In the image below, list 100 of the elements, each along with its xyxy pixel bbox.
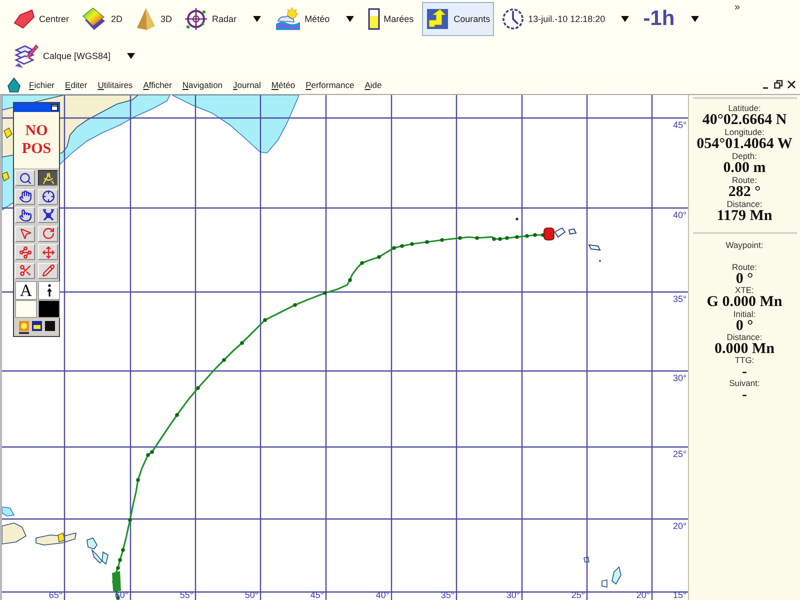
pointing-hand-icon	[18, 208, 32, 222]
readout-value: 282 °	[728, 185, 761, 199]
display-mode-button[interactable]	[18, 320, 28, 334]
maximize-icon[interactable]	[51, 104, 58, 111]
boat-marker	[544, 228, 554, 240]
menu-item[interactable]: Editer	[65, 80, 88, 90]
up-arrow-icon	[46, 284, 52, 296]
toolbar-button[interactable]: 2D	[77, 2, 127, 36]
latitude-label: 40°	[673, 210, 687, 220]
readout-value: 40°02.6664 N	[702, 113, 787, 127]
latitude-label: 45°	[673, 120, 687, 130]
latitude-label: 35°	[673, 294, 687, 304]
longitude-label: 20°	[636, 590, 650, 600]
island	[516, 218, 518, 220]
dropdown-caret-icon[interactable]	[621, 16, 630, 22]
longitude-label: 40°	[376, 590, 390, 600]
readout-value: 0.00 m	[723, 161, 766, 175]
latitude-label: 25°	[673, 449, 687, 459]
longitude-label: 50°	[244, 590, 258, 600]
readout-label: Latitude:	[728, 103, 761, 113]
island	[588, 244, 601, 251]
readout-label: Suivant:	[729, 378, 760, 388]
sun-icon	[18, 320, 28, 330]
crosshair-icon	[42, 190, 54, 203]
light-marker-icon	[2, 172, 10, 182]
layered-map-icon	[81, 7, 108, 31]
menu-item[interactable]: Afficher	[143, 80, 172, 90]
latitude-label: 20°	[673, 521, 687, 531]
readout-label: XTE:	[735, 285, 754, 296]
readout-label: Initial:	[733, 308, 756, 319]
readout-value: -	[742, 388, 747, 402]
longitude-label: 55°	[180, 590, 194, 600]
crosshair-target-icon	[184, 7, 208, 31]
menu-item[interactable]: Fichier	[29, 80, 55, 90]
toolbar-button[interactable]: -1h	[639, 2, 679, 36]
weather-icon	[274, 7, 301, 31]
rotate-icon	[42, 227, 54, 240]
toolbar-button[interactable]: Marées	[364, 2, 418, 36]
island	[86, 538, 98, 550]
dropdown-caret-icon[interactable]	[252, 16, 261, 22]
menu-item[interactable]: Météo	[271, 80, 296, 90]
app-icon[interactable]	[7, 76, 21, 92]
dropdown-caret-icon[interactable]	[126, 53, 135, 59]
tool-button[interactable]	[38, 280, 60, 300]
longitude-label: 25°	[571, 590, 585, 600]
toolbar-button[interactable]: Calque [WGS84]	[9, 39, 115, 73]
readout-label: Route:	[732, 175, 758, 185]
layers-pencil-icon	[13, 42, 39, 70]
toolbar-button[interactable]: Courants	[422, 2, 494, 36]
move-icon	[42, 246, 54, 258]
toolbar-button[interactable]: Radar	[180, 2, 241, 36]
window-icon	[32, 320, 42, 330]
readout-label: Distance:	[726, 332, 762, 342]
longitude-label: 65°	[48, 590, 62, 600]
color-swatch[interactable]	[15, 300, 37, 318]
menu-item[interactable]: Navigation	[182, 80, 223, 90]
waypoints-icon	[18, 246, 32, 258]
readout-value: 0 °	[736, 272, 754, 286]
text-tool-button[interactable]: A	[15, 280, 37, 300]
dropdown-caret-icon[interactable]	[690, 16, 699, 22]
longitude-label: 45°	[310, 590, 324, 600]
light-marker-icon	[58, 532, 66, 542]
toolbar-overflow-chevron[interactable]: »	[734, 3, 740, 13]
menu-item[interactable]: Aide	[364, 80, 382, 90]
display-mode-button[interactable]	[32, 320, 42, 334]
dropdown-caret-icon[interactable]	[346, 16, 354, 22]
waypoint-heading: Waypoint:	[726, 240, 764, 250]
pyramid-icon	[134, 7, 157, 31]
hand-icon	[18, 190, 32, 203]
latitude-label: 30°	[673, 373, 687, 383]
restore-icon[interactable]	[774, 80, 783, 89]
readout-label: Longitude:	[724, 127, 764, 137]
toolbar-button[interactable]: Météo	[270, 2, 334, 36]
menu-item[interactable]: Performance	[306, 80, 354, 90]
compass-icon	[42, 172, 54, 184]
tide-gauge-icon	[368, 8, 380, 30]
display-mode-button[interactable]	[44, 320, 54, 334]
shallow-water-area	[2, 506, 15, 516]
readout-value: 0.000 Mn	[714, 342, 774, 356]
island	[554, 227, 566, 238]
toolbar-button[interactable]: Centrer	[9, 2, 74, 36]
position-status: NO POS	[20, 122, 52, 158]
toolbar-button[interactable]: 3D	[130, 2, 176, 36]
cursor-icon	[18, 227, 32, 240]
menu-item[interactable]: Journal	[233, 80, 261, 90]
tool-button[interactable]	[38, 170, 58, 186]
island	[568, 228, 577, 235]
moon-icon	[44, 320, 54, 330]
color-swatch[interactable]	[38, 300, 60, 318]
toolbar-button[interactable]: 13-juil.-10 12:18:20	[498, 2, 610, 36]
menu-item[interactable]: Utilitaires	[98, 80, 133, 90]
island	[602, 580, 608, 588]
latitude-label: 15°	[673, 590, 687, 600]
readout-value: -	[742, 365, 747, 380]
tag-icon	[13, 8, 35, 30]
close-icon[interactable]	[787, 80, 796, 89]
longitude-label: 30°	[506, 590, 520, 600]
island	[2, 522, 26, 544]
readout-value: G 0.000 Mn	[706, 295, 782, 310]
scissors-icon	[18, 264, 32, 277]
